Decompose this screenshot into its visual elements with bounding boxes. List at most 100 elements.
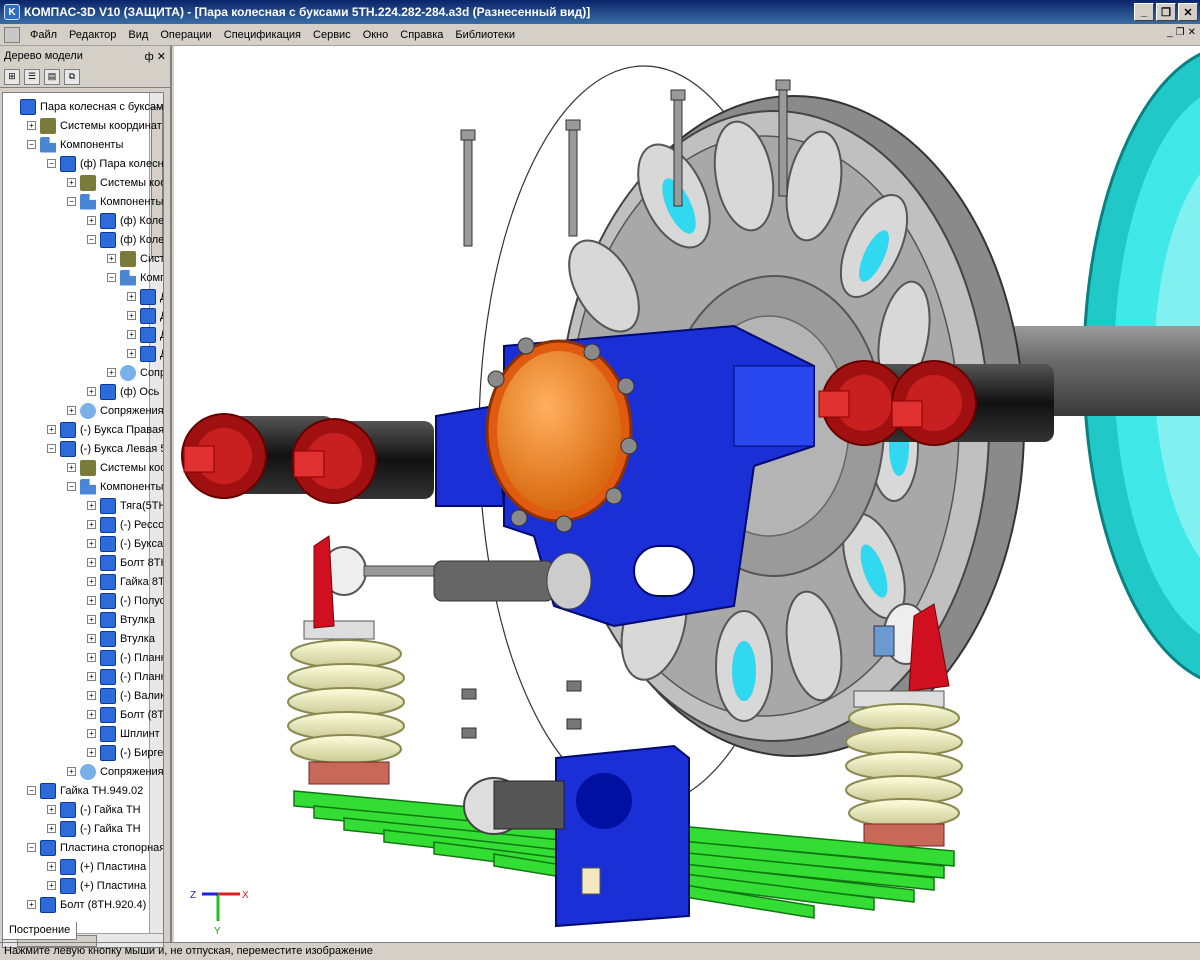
tree-node[interactable]: − Компоненты [67, 477, 163, 496]
tree-expander-icon[interactable]: + [87, 729, 96, 738]
tree-expander-icon[interactable]: − [107, 273, 116, 282]
tree-node[interactable]: + (-) Гайка ТН [47, 800, 141, 819]
document-icon[interactable] [4, 26, 20, 43]
tree-expander-icon[interactable]: + [67, 406, 76, 415]
tree-expander-icon[interactable]: + [47, 824, 56, 833]
panel-close-icon[interactable]: ✕ [157, 51, 166, 63]
tree-expander-icon[interactable]: + [87, 577, 96, 586]
tree-expander-icon[interactable]: + [87, 520, 96, 529]
tree-expander-icon[interactable]: + [67, 463, 76, 472]
tab-construction[interactable]: Построение [2, 922, 78, 940]
tree-node[interactable]: + (+) Пластина [47, 857, 146, 876]
tree-expander-icon[interactable]: + [87, 387, 96, 396]
tree-node[interactable]: + (-) Полуось [87, 591, 163, 610]
tree-node[interactable]: − (-) Букса Левая 5ТН [47, 439, 163, 458]
maximize-button[interactable]: ❐ [1156, 3, 1176, 21]
tree-expander-icon[interactable]: − [67, 197, 76, 206]
tree-expander-icon[interactable]: − [87, 235, 96, 244]
tree-view-mode-icon[interactable]: ☰ [24, 68, 40, 85]
tree-node[interactable]: + (+) Пластина [47, 876, 146, 895]
tree-expander-icon[interactable]: + [87, 216, 96, 225]
tree-node[interactable]: − (ф) Пара колесная [47, 154, 163, 173]
tree-expander-icon[interactable]: + [87, 710, 96, 719]
menu-help[interactable]: Справка [394, 27, 449, 43]
tree-node[interactable]: + (-) Рессора [87, 515, 163, 534]
tree-expander-icon[interactable]: + [87, 558, 96, 567]
tree-expander-icon[interactable]: + [47, 862, 56, 871]
tree-node[interactable]: + Системы координат [67, 173, 163, 192]
tree-expander-icon[interactable]: + [127, 349, 136, 358]
menu-service[interactable]: Сервис [307, 27, 357, 43]
tree-node[interactable]: + Сопряжения [67, 401, 163, 420]
tree-node[interactable]: − Пластина стопорная [27, 838, 163, 857]
tree-node[interactable]: + (ф) Колесо [87, 211, 163, 230]
menu-view[interactable]: Вид [122, 27, 154, 43]
tree-node[interactable]: + Деталь [127, 344, 163, 363]
tree-expander-icon[interactable]: + [87, 539, 96, 548]
tree-expander-icon[interactable]: + [107, 254, 116, 263]
tree-expander-icon[interactable]: + [87, 501, 96, 510]
tree-node[interactable]: + Сопряжения [107, 363, 163, 382]
tree-node[interactable]: Пара колесная с буксами [7, 97, 163, 116]
close-button[interactable]: ✕ [1178, 3, 1198, 21]
tree-node[interactable]: + (ф) Ось [87, 382, 159, 401]
menu-operations[interactable]: Операции [154, 27, 217, 43]
minimize-button[interactable]: _ [1134, 3, 1154, 21]
tree-node[interactable]: + (-) Букса [87, 534, 163, 553]
doc-minimize-button[interactable]: _ [1167, 27, 1173, 38]
pin-icon[interactable]: ф [145, 51, 154, 63]
tree-expander-icon[interactable]: + [47, 881, 56, 890]
tree-expander-icon[interactable]: + [127, 292, 136, 301]
tree-node[interactable]: + Системы координат [107, 249, 163, 268]
tree-node[interactable]: − Компоненты [27, 135, 123, 154]
tree-structure-icon[interactable]: ⊞ [4, 68, 20, 85]
tree-node[interactable]: + (-) Планка [87, 667, 163, 686]
tree-expander-icon[interactable]: + [127, 330, 136, 339]
tree-node[interactable]: + Гайка 8ТН [87, 572, 163, 591]
tree-node[interactable]: + Деталь [127, 325, 163, 344]
tree-expander-icon[interactable]: − [47, 444, 56, 453]
tree-expander-icon[interactable]: + [87, 748, 96, 757]
doc-close-button[interactable]: ✕ [1188, 27, 1196, 38]
tree-expander-icon[interactable]: − [27, 786, 36, 795]
tree-node[interactable]: − Гайка ТН.949.02 [27, 781, 143, 800]
tree-node[interactable]: − Компоненты [107, 268, 163, 287]
copy-icon[interactable]: ⧉ [64, 68, 80, 85]
tree-node[interactable]: + Шплинт [87, 724, 160, 743]
tree-node[interactable]: + Втулка [87, 629, 155, 648]
tree-expander-icon[interactable]: + [127, 311, 136, 320]
tree-expander-icon[interactable]: + [67, 178, 76, 187]
tree-node[interactable]: + (-) Валик [87, 686, 163, 705]
doc-restore-button[interactable]: ❐ [1176, 27, 1185, 38]
menu-window[interactable]: Окно [357, 27, 395, 43]
tree-expander-icon[interactable]: + [87, 615, 96, 624]
tree-node[interactable]: + Системы координат [67, 458, 163, 477]
tree-expander-icon[interactable]: − [27, 843, 36, 852]
tree-expander-icon[interactable]: − [47, 159, 56, 168]
tree-expander-icon[interactable]: + [67, 767, 76, 776]
tree-node[interactable]: + (-) Планка [87, 648, 163, 667]
tree-node[interactable]: + Деталь [127, 287, 163, 306]
tree-node[interactable]: + Системы координат [27, 116, 162, 135]
tree-expander-icon[interactable]: + [87, 691, 96, 700]
tree-node[interactable]: + Тяга(5ТН) [87, 496, 163, 515]
tree-node[interactable]: + Болт (8ТН) [87, 705, 163, 724]
properties-icon[interactable]: ▤ [44, 68, 60, 85]
menu-file[interactable]: Файл [24, 27, 63, 43]
tree-node[interactable]: + (-) Гайка ТН [47, 819, 141, 838]
exploded-assembly-view[interactable]: X Y Z [174, 46, 1200, 942]
tree-node[interactable]: + Деталь [127, 306, 163, 325]
menu-edit[interactable]: Редактор [63, 27, 122, 43]
tree-node[interactable]: + Болт (8ТН.920.4) [27, 895, 146, 914]
tree-expander-icon[interactable]: + [87, 653, 96, 662]
tree-node[interactable]: + (-) Букса Правая [47, 420, 163, 439]
3d-viewport[interactable]: X Y Z [174, 46, 1200, 942]
tree-expander-icon[interactable]: + [27, 121, 36, 130]
tree-node[interactable]: + Втулка [87, 610, 155, 629]
tree-node[interactable]: + (-) Биргель [87, 743, 163, 762]
tree-expander-icon[interactable]: + [87, 634, 96, 643]
tree-node[interactable]: + Болт 8ТН [87, 553, 163, 572]
tree-expander-icon[interactable]: + [107, 368, 116, 377]
tree-expander-icon[interactable]: − [67, 482, 76, 491]
menu-specification[interactable]: Спецификация [218, 27, 307, 43]
